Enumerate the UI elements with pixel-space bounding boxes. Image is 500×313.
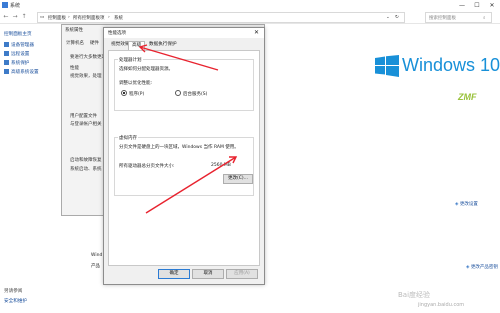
watermark-logo: Bai度经验 [398, 291, 431, 299]
annotation-arrows [138, 44, 238, 214]
annotation-arrow-tab [138, 44, 219, 71]
annotation-arrow-change-button [145, 156, 238, 214]
watermark-url: jingyan.baidu.com [418, 302, 465, 308]
